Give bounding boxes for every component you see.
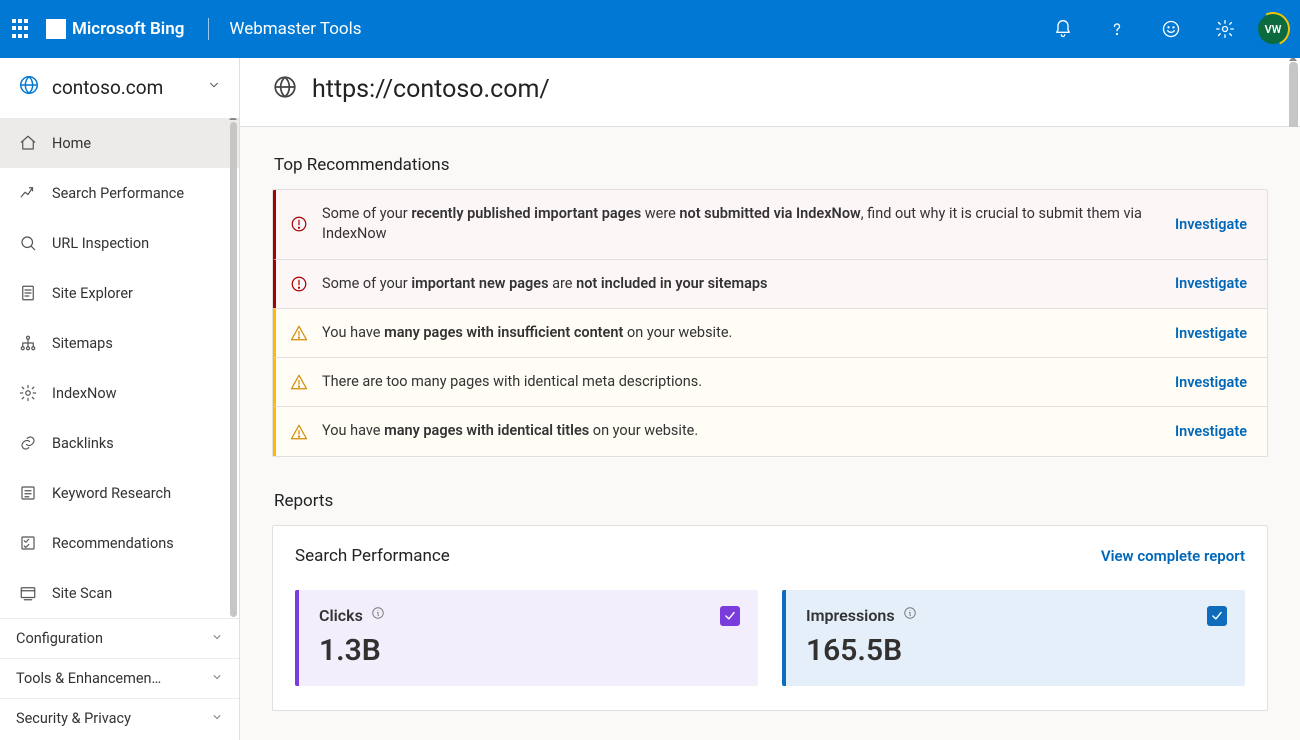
recommendation-row: There are too many pages with identical …	[273, 357, 1267, 406]
app-launcher-icon[interactable]	[12, 19, 32, 39]
scrollbar-arrow-up-icon[interactable]	[1289, 58, 1297, 61]
recommendation-row: You have many pages with identical title…	[273, 406, 1267, 455]
feedback-icon[interactable]	[1150, 8, 1192, 50]
error-icon	[290, 275, 308, 293]
sidebar-item-keyword-research[interactable]: Keyword Research	[0, 468, 239, 518]
settings-icon[interactable]	[1204, 8, 1246, 50]
chevron-down-icon	[211, 631, 223, 647]
avatar-initials: VW	[1265, 23, 1282, 36]
help-icon[interactable]	[1096, 8, 1138, 50]
sidebar-item-label: Sitemaps	[52, 335, 113, 352]
sidebar-item-recommendations[interactable]: Recommendations	[0, 518, 239, 568]
sidebar-item-indexnow[interactable]: IndexNow	[0, 368, 239, 418]
brand-logo[interactable]: Microsoft Bing	[46, 19, 184, 39]
recommendation-text: You have many pages with insufficient co…	[322, 323, 1161, 343]
top-recommendations-title: Top Recommendations	[274, 155, 1268, 175]
link-icon	[18, 434, 38, 452]
scrollbar-thumb[interactable]	[1289, 62, 1298, 392]
sidebar-item-label: Site Scan	[52, 585, 112, 602]
sidebar-item-url-inspection[interactable]: URL Inspection	[0, 218, 239, 268]
warning-icon	[290, 324, 308, 342]
chevron-down-icon	[211, 711, 223, 727]
chevron-down-icon	[211, 671, 223, 687]
reports-title: Reports	[274, 491, 1268, 511]
info-icon[interactable]	[371, 606, 385, 624]
notifications-icon[interactable]	[1042, 8, 1084, 50]
search-icon	[18, 234, 38, 252]
sidebar-item-label: Search Performance	[52, 185, 184, 202]
metric-value: 1.3B	[319, 633, 738, 668]
sidebar-group-label: Configuration	[16, 630, 103, 647]
sidebar-item-label: Recommendations	[52, 535, 174, 552]
investigate-link[interactable]: Investigate	[1175, 374, 1247, 391]
sidebar-item-home[interactable]: Home	[0, 118, 239, 168]
microsoft-logo-icon	[46, 19, 66, 39]
sidebar-group-label: Tools & Enhancemen…	[16, 670, 161, 687]
site-name: contoso.com	[52, 76, 195, 99]
sidebar-item-label: URL Inspection	[52, 235, 149, 252]
metric-value: 165.5B	[806, 633, 1225, 668]
top-navbar: Microsoft Bing Webmaster Tools VW	[0, 0, 1300, 58]
sidebar-group-label: Security & Privacy	[16, 710, 131, 727]
brand-text-left: Microsoft Bing	[72, 19, 184, 39]
metric-impressions[interactable]: Impressions 165.5B	[782, 590, 1245, 686]
investigate-link[interactable]: Investigate	[1175, 216, 1247, 233]
sidebar: contoso.com Home Search Performance URL In…	[0, 58, 240, 740]
sidebar-group-tools-enhancemen-[interactable]: Tools & Enhancemen…	[0, 658, 239, 698]
metric-label: Impressions	[806, 606, 895, 625]
trend-icon	[18, 184, 38, 202]
metric-clicks[interactable]: Clicks 1.3B	[295, 590, 758, 686]
recommendation-text: There are too many pages with identical …	[322, 372, 1161, 392]
warning-icon	[290, 373, 308, 391]
report-card-title: Search Performance	[295, 546, 450, 566]
site-picker[interactable]: contoso.com	[0, 58, 239, 118]
search-performance-card: Search Performance View complete report …	[272, 525, 1268, 711]
sidebar-item-label: IndexNow	[52, 385, 117, 402]
brand-text-right[interactable]: Webmaster Tools	[229, 19, 361, 39]
recommendation-text: You have many pages with identical title…	[322, 421, 1161, 441]
sidebar-item-sitemaps[interactable]: Sitemaps	[0, 318, 239, 368]
recommendation-row: You have many pages with insufficient co…	[273, 308, 1267, 357]
page-url: https://contoso.com/	[312, 75, 550, 104]
sidebar-group-security-privacy[interactable]: Security & Privacy	[0, 698, 239, 738]
sidebar-item-label: Home	[52, 135, 91, 152]
keyword-icon	[18, 484, 38, 502]
scan-icon	[18, 584, 38, 602]
recommendation-text: Some of your important new pages are not…	[322, 274, 1161, 294]
metric-checkbox[interactable]	[1207, 606, 1227, 626]
sidebar-item-label: Site Explorer	[52, 285, 133, 302]
investigate-link[interactable]: Investigate	[1175, 325, 1247, 342]
investigate-link[interactable]: Investigate	[1175, 275, 1247, 292]
recommendation-row: Some of your recently published importan…	[273, 190, 1267, 259]
chevron-down-icon	[207, 78, 221, 96]
sitemap-icon	[18, 334, 38, 352]
sidebar-item-search-performance[interactable]: Search Performance	[0, 168, 239, 218]
warning-icon	[290, 423, 308, 441]
globe-icon	[272, 74, 298, 104]
nav-divider	[208, 18, 209, 40]
sidebar-item-label: Keyword Research	[52, 485, 171, 502]
sidebar-item-label: Backlinks	[52, 435, 114, 452]
metric-label: Clicks	[319, 606, 363, 625]
gear-icon	[18, 384, 38, 402]
view-complete-report-link[interactable]: View complete report	[1101, 547, 1245, 565]
recommendation-text: Some of your recently published importan…	[322, 204, 1161, 245]
recommendations-list: Some of your recently published importan…	[272, 189, 1268, 457]
avatar[interactable]: VW	[1258, 14, 1288, 44]
recommendation-row: Some of your important new pages are not…	[273, 259, 1267, 308]
home-icon	[18, 134, 38, 152]
metric-checkbox[interactable]	[720, 606, 740, 626]
sidebar-item-site-scan[interactable]: Site Scan	[0, 568, 239, 618]
globe-icon	[18, 74, 40, 100]
sidebar-item-site-explorer[interactable]: Site Explorer	[0, 268, 239, 318]
error-icon	[290, 215, 308, 233]
sidebar-item-backlinks[interactable]: Backlinks	[0, 418, 239, 468]
page-icon	[18, 284, 38, 302]
info-icon[interactable]	[903, 606, 917, 624]
sidebar-group-configuration[interactable]: Configuration	[0, 618, 239, 658]
recs-icon	[18, 534, 38, 552]
page-header: https://contoso.com/	[240, 58, 1300, 127]
investigate-link[interactable]: Investigate	[1175, 423, 1247, 440]
